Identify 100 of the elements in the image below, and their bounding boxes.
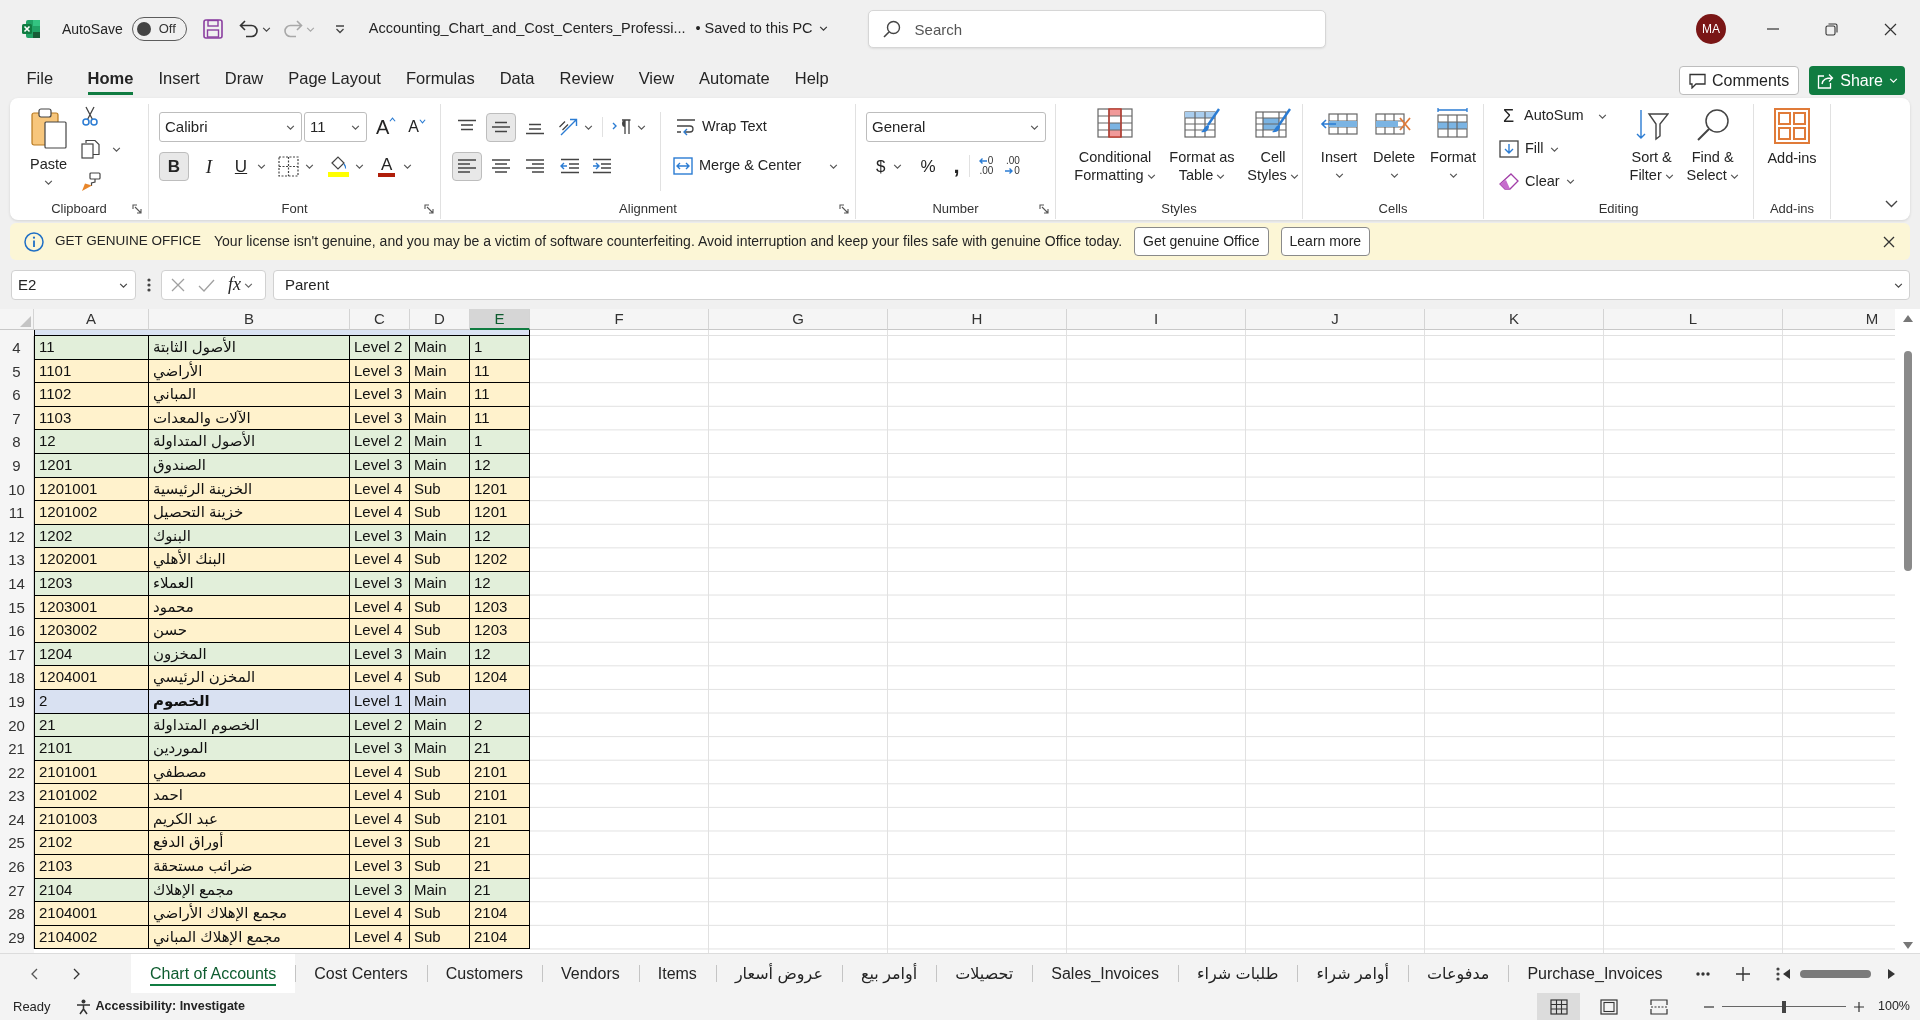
sheet-cell[interactable]: Level 4 [350,925,410,950]
column-header[interactable]: K [1425,309,1604,330]
caret-icon[interactable] [893,163,903,169]
column-header[interactable]: L [1604,309,1783,330]
column-header[interactable]: F [530,309,709,330]
close-icon[interactable] [1883,235,1895,248]
sheet-cell[interactable]: 2104002 [34,925,149,950]
sheet-cell[interactable]: Level 4 [350,902,410,926]
sheet-cell[interactable]: مجمع الإهلاك المباني [149,925,350,950]
ribbon-tab[interactable]: Page Layout [288,65,381,95]
sheet-cell[interactable]: المخزن الرئيسي [149,666,350,690]
scissors-icon[interactable] [81,106,100,126]
row-header[interactable]: 20 [0,713,34,738]
row-header[interactable]: 23 [0,784,34,808]
row-header[interactable]: 6 [0,383,34,407]
sheet-cell[interactable]: 1204001 [34,666,149,690]
column-header[interactable]: J [1246,309,1425,330]
restore-icon[interactable] [1825,22,1838,36]
sheet-cell[interactable]: Level 3 [350,383,410,407]
add-ins-button[interactable]: Add-ins [1767,104,1817,199]
sheet-cell[interactable]: Sub [410,548,470,572]
sheet-cell[interactable]: Level 3 [350,571,410,596]
save-icon[interactable] [202,19,223,39]
more-icon[interactable] [1695,971,1710,976]
sheet-cell[interactable]: Main [410,383,470,407]
sheet-cell[interactable]: 1 [470,430,530,454]
zoom-level[interactable]: 100% [1878,999,1910,1014]
row-header[interactable]: 13 [0,548,34,572]
caret-icon[interactable] [584,124,593,130]
sheet-tab[interactable]: عروض أسعار [715,954,842,993]
row-header[interactable]: 15 [0,595,34,620]
dialog-launcher-icon[interactable] [132,204,142,214]
sheet-cell[interactable]: 1 [470,336,530,360]
sheet-tab[interactable]: أوامر شراء [1297,954,1409,993]
middle-align-button[interactable] [486,112,516,142]
sheet-cell[interactable]: Level 4 [350,619,410,643]
row-header[interactable]: 25 [0,831,34,856]
sheet-cell[interactable]: 1201 [34,453,149,478]
sheet-cell[interactable]: 2 [34,689,149,714]
sheet-cell[interactable]: 1203002 [34,619,149,643]
normal-view-button[interactable] [1537,993,1580,1020]
row-header[interactable]: 7 [0,406,34,431]
sheet-cell[interactable]: Level 3 [350,453,410,478]
ribbon-tab[interactable]: Data [499,65,535,95]
sheet-cell[interactable]: Sub [410,666,470,690]
sheet-cell[interactable]: Level 4 [350,548,410,572]
sheet-cell[interactable]: Sub [410,784,470,808]
indent-icon[interactable] [592,158,612,174]
name-box[interactable]: E2 [11,270,136,300]
column-header[interactable]: H [888,309,1067,330]
vertical-dots-icon[interactable] [1775,966,1780,981]
sheet-cell[interactable]: 12 [470,571,530,596]
insert-button[interactable]: Insert [1315,104,1363,199]
row-header[interactable]: 10 [0,477,34,502]
sheet-cell[interactable]: Main [410,336,470,360]
ribbon-tab[interactable]: Help [794,65,829,95]
sheet-cell[interactable]: Level 2 [350,430,410,454]
check-icon[interactable] [198,278,215,292]
bold-button[interactable]: B [159,151,189,181]
sheet-cell[interactable]: Level 2 [350,336,410,360]
cell-styles-button[interactable]: Cell Styles [1246,104,1300,199]
sheet-cell[interactable]: 1202 [470,548,530,572]
row-header[interactable]: 11 [0,501,34,525]
caret-icon[interactable] [305,163,314,169]
sheet-tab[interactable]: Vendors [542,954,639,993]
share-button[interactable]: Share [1809,66,1905,95]
column-header[interactable]: I [1067,309,1246,330]
sheet-cell[interactable]: Level 4 [350,501,410,525]
sheet-cell[interactable]: مجمع الإهلاك الأراضي [149,902,350,926]
sheet-cell[interactable]: Sub [410,855,470,879]
row-header[interactable]: 4 [0,336,34,360]
sheet-cell[interactable]: 1203 [470,619,530,643]
chevron-left-icon[interactable] [30,967,38,980]
percent-button[interactable]: % [920,157,936,175]
sheet-cell[interactable]: 1201002 [34,501,149,525]
number-format-dropdown[interactable]: General [866,112,1046,142]
underline-button[interactable]: U [227,151,255,181]
paint-bucket-icon[interactable] [328,155,349,177]
sheet-tab[interactable]: طلبات شراء [1177,954,1298,993]
sheet-tab[interactable]: Cost Centers [295,954,427,993]
sheet-cell[interactable]: 1102 [34,383,149,407]
sheet-cell[interactable]: Level 4 [350,666,410,690]
font-name-dropdown[interactable]: Calibri [159,112,302,142]
sheet-cell[interactable]: Sub [410,902,470,926]
sheet-cell[interactable]: حسن [149,619,350,643]
row-header[interactable]: 18 [0,666,34,690]
sheet-cell[interactable]: خزينة التحصيل [149,501,350,525]
close-icon[interactable] [1884,22,1897,36]
sheet-cell[interactable]: 2104001 [34,902,149,926]
sheet-tab[interactable]: تحصيلات [936,954,1033,993]
sheet-cell[interactable]: 1203 [34,571,149,596]
caret-icon[interactable] [112,146,122,152]
caret-icon[interactable] [355,163,364,169]
row-header[interactable]: 12 [0,524,34,549]
ribbon-tab[interactable]: Insert [158,65,200,95]
learn-more-button[interactable]: Learn more [1280,227,1371,256]
row-header[interactable]: 21 [0,737,34,761]
sheet-cell[interactable]: Level 3 [350,737,410,761]
delete-button[interactable]: Delete [1367,104,1421,199]
column-header[interactable]: G [709,309,888,330]
